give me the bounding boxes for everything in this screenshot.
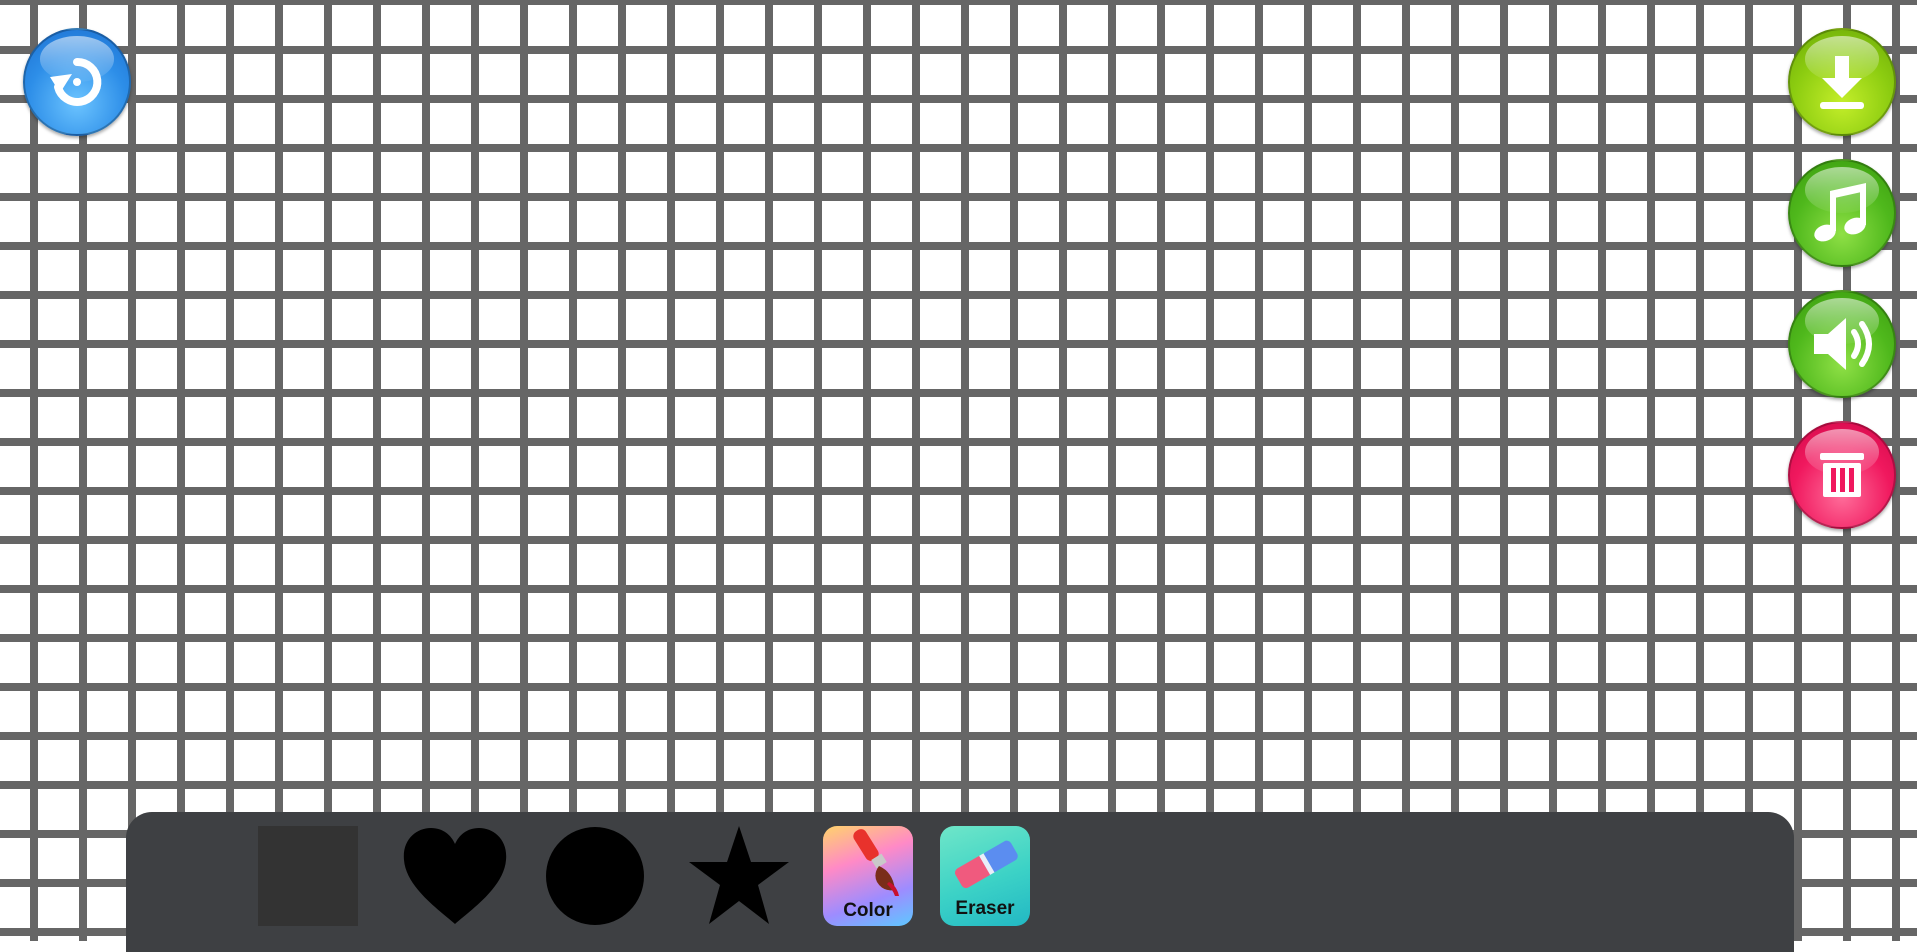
- sound-toggle-button[interactable]: [1788, 290, 1896, 398]
- color-tool-label: Color: [843, 900, 893, 921]
- trash-icon: [1820, 453, 1864, 497]
- paintbrush-icon: [853, 829, 899, 896]
- undo-icon: [50, 57, 102, 106]
- drawing-grid[interactable]: [0, 0, 1917, 941]
- eraser-icon: [954, 840, 1018, 889]
- music-note-icon: [1814, 183, 1866, 242]
- download-icon: [1820, 56, 1864, 109]
- undo-button[interactable]: [23, 28, 131, 136]
- color-tool-button[interactable]: Color: [823, 826, 913, 926]
- music-toggle-button[interactable]: [1788, 159, 1896, 267]
- eraser-tool-button[interactable]: Eraser: [940, 826, 1030, 926]
- clear-canvas-button[interactable]: [1788, 421, 1896, 529]
- download-button[interactable]: [1788, 28, 1896, 136]
- star-shape-icon[interactable]: [688, 824, 790, 926]
- heart-shape-icon[interactable]: [402, 826, 508, 926]
- eraser-tool-label: Eraser: [955, 898, 1015, 919]
- shape-toolbar: Color Eraser: [126, 812, 1794, 952]
- circle-shape-icon[interactable]: [545, 826, 645, 926]
- square-shape-icon[interactable]: [258, 826, 358, 926]
- speaker-icon: [1814, 318, 1872, 370]
